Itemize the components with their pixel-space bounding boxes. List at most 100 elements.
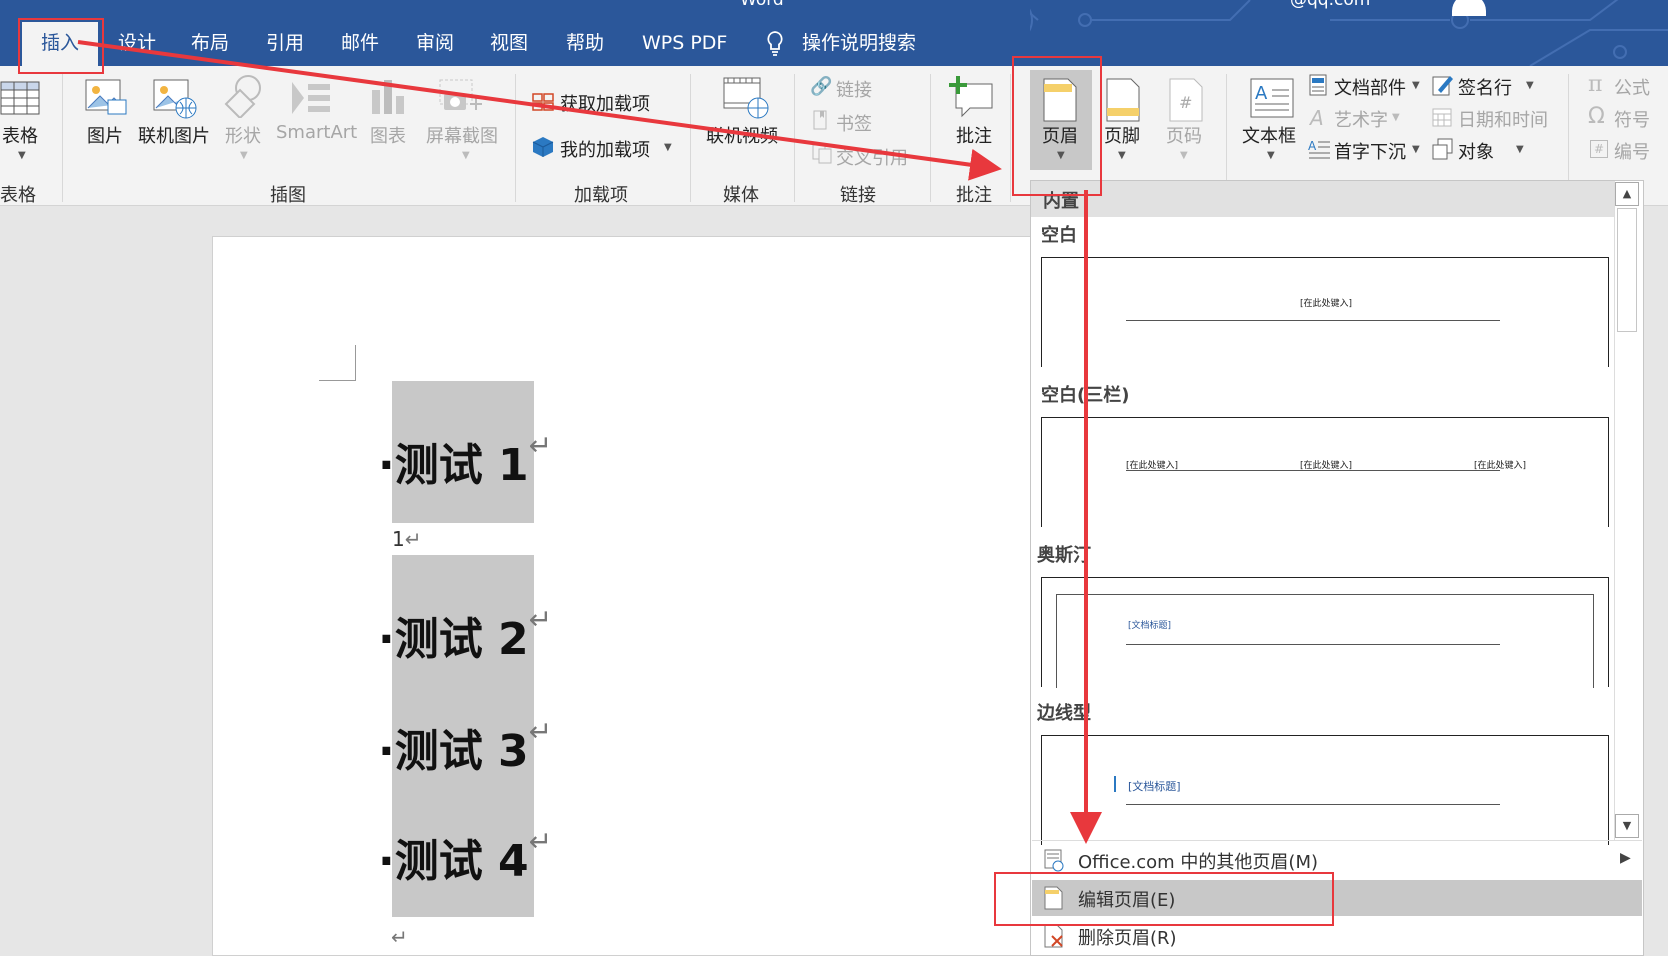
drop-cap-icon: A [1308, 139, 1330, 159]
tab-layout[interactable]: 布局 [191, 30, 229, 62]
tab-review[interactable]: 审阅 [416, 30, 454, 62]
gallery-category-bar [1031, 181, 1615, 217]
pictures-button[interactable]: 图片 [87, 122, 123, 148]
signature-line-button[interactable]: 签名行 [1458, 74, 1512, 100]
online-video-icon [723, 77, 769, 119]
date-time-button[interactable]: 日期和时间 [1458, 106, 1548, 132]
scroll-up-button[interactable]: ▲ [1615, 182, 1639, 206]
footer-icon [1106, 78, 1140, 122]
store-icon [532, 93, 554, 111]
equation-icon: π [1588, 72, 1603, 97]
object-icon [1432, 138, 1453, 160]
online-picture-icon [153, 79, 197, 119]
annotation-box-insert-tab [18, 18, 104, 74]
number-button[interactable]: 编号 [1614, 138, 1650, 164]
heading-text: 测试 2 [394, 614, 529, 665]
chevron-down-icon: ▼ [1392, 112, 1400, 123]
tell-me-search[interactable]: 操作说明搜索 [802, 30, 916, 62]
bookmark-icon [813, 110, 827, 130]
header-preview-sideline[interactable]: [文档标题] [1041, 735, 1609, 845]
chevron-down-icon[interactable]: ▼ [18, 150, 26, 161]
heading-line[interactable]: ·测试 2 ↵ [378, 603, 552, 667]
smartart-icon [292, 82, 330, 114]
screenshot-button[interactable]: 屏幕截图 [426, 122, 498, 148]
svg-text:A: A [1255, 83, 1268, 104]
textbox-button[interactable]: 文本框 [1242, 122, 1296, 148]
heading-line[interactable]: ·测试 3 ↵ [378, 715, 552, 779]
window-title: Word [740, 0, 784, 10]
rule-line [1126, 320, 1500, 321]
comment-button[interactable]: 批注 [956, 122, 992, 148]
chevron-down-icon[interactable]: ▼ [1118, 150, 1126, 161]
object-button[interactable]: 对象 [1458, 138, 1494, 164]
paragraph-mark: ↵ [528, 429, 553, 462]
link-button[interactable]: 链接 [836, 76, 872, 102]
group-label-media: 媒体 [723, 185, 759, 206]
online-pictures-button[interactable]: 联机图片 [138, 122, 210, 148]
chevron-down-icon[interactable]: ▼ [664, 142, 672, 153]
header-preview-three-column[interactable]: [在此处键入] [在此处键入] [在此处键入] [1041, 417, 1609, 527]
heading-line[interactable]: ·测试 1 ↵ [378, 429, 552, 493]
header-preview-blank[interactable]: [在此处键入] [1041, 257, 1609, 367]
divider [794, 74, 795, 202]
bookmark-button[interactable]: 书签 [836, 110, 872, 136]
shapes-button[interactable]: 形状 [225, 122, 261, 148]
title-bar: Word @qq.com 插入 设计 布局 引用 邮件 审阅 视图 帮助 WPS… [0, 0, 1668, 66]
chevron-down-icon: ▼ [1180, 150, 1188, 161]
equation-button[interactable]: 公式 [1614, 74, 1650, 100]
placeholder-text: [文档标题] [1128, 621, 1172, 631]
group-label-links: 链接 [840, 185, 876, 206]
online-video-button[interactable]: 联机视频 [706, 122, 778, 148]
my-addins-button[interactable]: 我的加载项 [560, 136, 650, 162]
divider [1010, 74, 1011, 202]
avatar[interactable] [1452, 0, 1486, 16]
footer-button[interactable]: 页脚 [1104, 122, 1140, 148]
scroll-down-button[interactable]: ▼ [1615, 814, 1639, 838]
gallery-scrollbar[interactable]: ▲ ▼ [1614, 182, 1640, 840]
group-label-comments: 批注 [956, 185, 992, 206]
chevron-down-icon[interactable]: ▼ [1516, 144, 1524, 155]
header-preview-austin[interactable]: [文档标题] [1041, 577, 1609, 688]
scrollbar-thumb[interactable] [1617, 208, 1637, 332]
table-button[interactable]: 表格 [2, 122, 38, 148]
divider [690, 74, 691, 202]
document-page[interactable]: ·测试 1 ↵ 1↵ ·测试 2 ↵ ·测试 3 ↵ ·测试 4 ↵ ↵ [212, 236, 1042, 956]
tab-design[interactable]: 设计 [118, 30, 156, 62]
svg-text:#: # [1179, 93, 1192, 112]
chevron-down-icon[interactable]: ▼ [1526, 80, 1534, 91]
chart-button[interactable]: 图表 [370, 122, 406, 148]
cross-reference-icon [812, 144, 832, 164]
heading-line[interactable]: ·测试 4 ↵ [378, 825, 552, 889]
page-number-button[interactable]: 页码 [1166, 122, 1202, 148]
tab-view[interactable]: 视图 [490, 30, 528, 62]
get-addins-button[interactable]: 获取加载项 [560, 90, 650, 116]
tab-wps-pdf[interactable]: WPS PDF [642, 30, 727, 62]
drop-cap-button[interactable]: 首字下沉 [1334, 138, 1406, 164]
menu-item-label: 删除页眉(R) [1078, 928, 1177, 949]
wordart-icon: A [1310, 106, 1324, 130]
link-icon: 🔗 [810, 76, 833, 97]
chevron-down-icon: ▼ [240, 150, 248, 161]
lightbulb-icon [767, 31, 783, 56]
smartart-button[interactable]: SmartArt [276, 122, 357, 143]
chart-icon [372, 80, 404, 114]
page-number-icon: # [1169, 78, 1203, 122]
shapes-icon [224, 75, 261, 118]
chevron-down-icon[interactable]: ▼ [1412, 144, 1420, 155]
signature-line-icon [1432, 76, 1453, 96]
quick-parts-icon [1309, 74, 1327, 96]
tab-mailings[interactable]: 邮件 [341, 30, 379, 62]
rule-line [1126, 644, 1500, 645]
heading-text: 测试 1 [394, 440, 529, 491]
symbol-button[interactable]: 符号 [1614, 106, 1650, 132]
cross-reference-button[interactable]: 交叉引用 [836, 144, 908, 170]
quick-parts-button[interactable]: 文档部件 [1334, 74, 1406, 100]
accent-bar [1114, 776, 1116, 792]
tab-references[interactable]: 引用 [266, 30, 304, 62]
tab-help[interactable]: 帮助 [566, 30, 604, 62]
group-label-table: 表格 [0, 185, 36, 206]
chevron-down-icon[interactable]: ▼ [1267, 150, 1275, 161]
svg-text:A: A [1308, 139, 1317, 153]
wordart-button[interactable]: 艺术字 [1334, 106, 1388, 132]
chevron-down-icon[interactable]: ▼ [1412, 80, 1420, 91]
